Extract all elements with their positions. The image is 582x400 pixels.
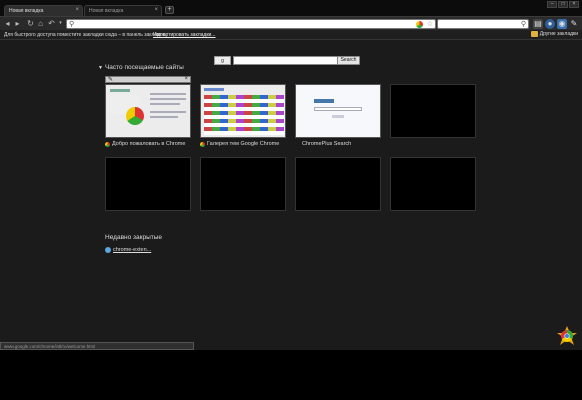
status-bar: www.google.com/chrome/intl/ru/welcome.ht… xyxy=(0,342,194,350)
omnibox[interactable]: ⚲ ☆ xyxy=(66,19,436,29)
remove-thumbnail-icon[interactable]: × xyxy=(184,76,188,82)
thumbnail-empty xyxy=(295,157,381,211)
tab-label: Новая вкладка xyxy=(89,8,124,14)
reload-icon[interactable]: ↻ xyxy=(26,19,35,28)
import-bookmarks-link[interactable]: Импортировать закладки... xyxy=(153,32,215,38)
forward-icon[interactable]: ▸ xyxy=(13,19,22,28)
theme-swatches xyxy=(204,95,284,135)
minimize-icon[interactable]: – xyxy=(547,1,557,8)
thumbnail-title[interactable]: Галерея тем Google Chrome xyxy=(200,141,286,147)
other-bookmarks-label: Другие закладки xyxy=(539,31,578,37)
omnibox-input[interactable] xyxy=(77,20,397,28)
collapse-arrow-icon: ▼ xyxy=(98,65,103,71)
ntp-search-button[interactable]: Search xyxy=(337,56,360,65)
new-tab-button[interactable]: + xyxy=(165,6,174,14)
mini-line xyxy=(150,111,186,113)
plugin-icon[interactable] xyxy=(416,21,423,28)
tab-new-tab-active[interactable]: Новая вкладка × xyxy=(4,5,83,16)
browser-window: Новая вкладка × Новая вкладка × + – □ × … xyxy=(0,0,582,350)
other-bookmarks-button[interactable]: Другие закладки xyxy=(530,31,578,37)
mini-button xyxy=(332,115,344,118)
puzzle-icon xyxy=(105,247,111,253)
ntp-search-input[interactable] xyxy=(233,56,347,65)
thumbnail-title-text: Галерея тем Google Chrome xyxy=(207,141,280,147)
close-icon[interactable]: × xyxy=(154,7,158,13)
thumbnail-themes[interactable] xyxy=(200,84,286,138)
extension-icon-2[interactable]: ◉ xyxy=(557,19,567,29)
home-icon[interactable]: ⌂ xyxy=(36,19,45,28)
recently-closed-item-label: chrome-exten... xyxy=(113,247,152,253)
window-controls: – □ × xyxy=(547,1,579,9)
mini-searchbox xyxy=(314,107,362,111)
pin-icon[interactable]: ✎ xyxy=(108,76,113,83)
tab-strip: Новая вкладка × Новая вкладка × + – □ × xyxy=(0,0,582,16)
search-icon[interactable]: ⚲ xyxy=(521,20,526,29)
extension-icon[interactable]: ● xyxy=(545,19,555,29)
bookmarks-bar: Для быстрого доступа поместите закладки … xyxy=(0,30,582,40)
wrench-icon[interactable]: ✎ xyxy=(569,19,579,29)
thumbnail-empty xyxy=(390,84,476,138)
star-icon[interactable]: ☆ xyxy=(427,20,433,29)
mini-logo xyxy=(314,99,334,103)
close-icon[interactable]: × xyxy=(75,7,79,13)
mini-line xyxy=(150,116,178,118)
recently-closed-item[interactable]: chrome-exten... xyxy=(105,247,151,253)
chrome-favicon-icon xyxy=(105,141,110,147)
thumbnail-title-text: Добро пожаловать в Chrome xyxy=(112,141,186,147)
thumbnail-title[interactable]: ChromePlus Search xyxy=(302,141,382,147)
most-visited-header[interactable]: ▼ Часто посещаемые сайты xyxy=(98,64,184,71)
chromeplus-logo-icon xyxy=(557,326,577,345)
thumbnail-empty xyxy=(390,157,476,211)
mini-line xyxy=(150,93,186,95)
thumbnail-title[interactable]: Добро пожаловать в Chrome xyxy=(105,141,191,147)
thumbnail-empty xyxy=(105,157,191,211)
thumbnail-toolbar: ✎ × xyxy=(105,76,191,83)
thumbnail-title-text: ChromePlus Search xyxy=(302,141,352,147)
mini-line xyxy=(150,98,186,100)
undo-close-icon[interactable]: ↶ xyxy=(47,19,56,28)
chrome-logo-icon xyxy=(126,107,144,125)
tab-label: Новая вкладка xyxy=(9,8,44,14)
mini-header xyxy=(204,88,224,91)
back-icon[interactable]: ◂ xyxy=(3,19,12,28)
thumbnail-welcome[interactable] xyxy=(105,84,191,138)
search-box[interactable]: ⚲ xyxy=(437,19,529,29)
most-visited-title: Часто посещаемые сайты xyxy=(104,64,184,71)
tab-new-tab-inactive[interactable]: Новая вкладка × xyxy=(84,5,162,16)
page-menu-icon[interactable]: ▤ xyxy=(533,19,543,29)
bookmarks-hint: Для быстрого доступа поместите закладки … xyxy=(4,32,167,38)
chrome-favicon-icon xyxy=(200,141,205,147)
search-engine-logo: g xyxy=(214,56,231,65)
desktop-background xyxy=(0,350,582,400)
mini-header xyxy=(110,89,130,92)
close-window-icon[interactable]: × xyxy=(569,1,579,8)
thumbnail-empty xyxy=(200,157,286,211)
recently-closed-title: Недавно закрытые xyxy=(105,234,163,241)
maximize-icon[interactable]: □ xyxy=(558,1,568,8)
thumbnail-chromeplus[interactable] xyxy=(295,84,381,138)
mini-line xyxy=(150,103,180,105)
folder-icon xyxy=(530,31,538,37)
search-icon: ⚲ xyxy=(69,21,75,28)
chevron-down-icon[interactable]: ▾ xyxy=(56,19,65,28)
toolbar: ◂ ▸ ↻ ⌂ ↶ ▾ ⚲ ☆ ⚲ ▤ ● ◉ ✎ xyxy=(0,16,582,30)
